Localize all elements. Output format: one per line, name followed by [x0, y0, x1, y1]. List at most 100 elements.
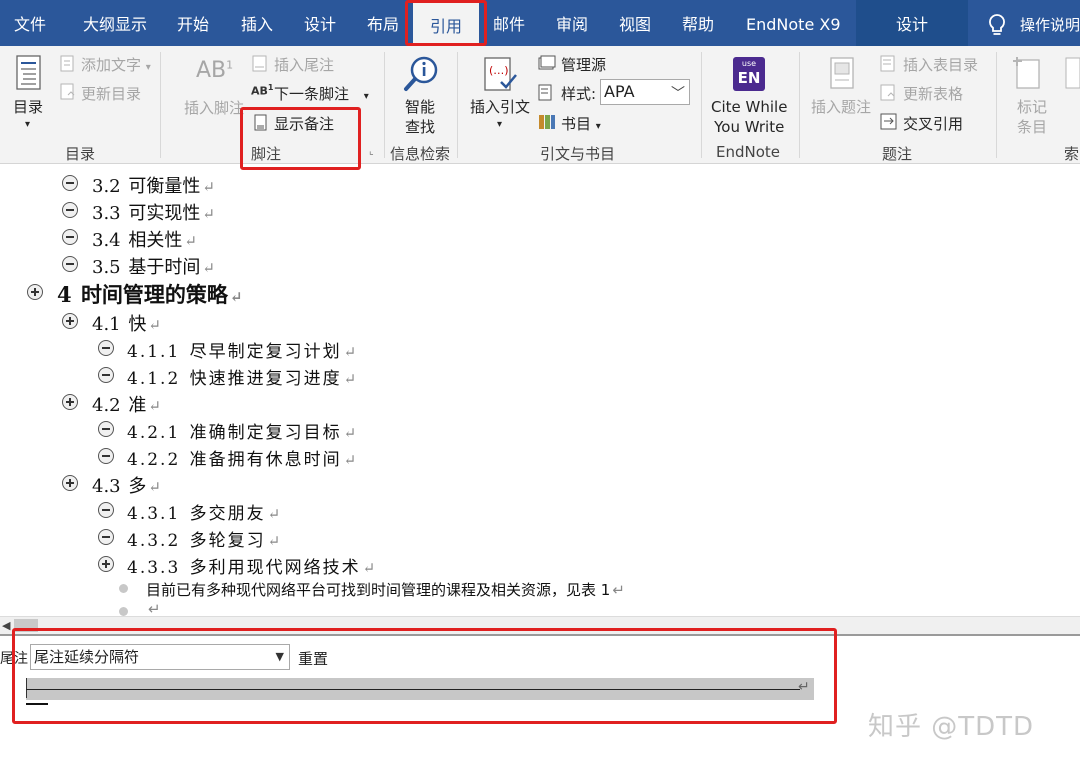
outline-text: 多交朋友 [189, 504, 266, 524]
outline-text: 多 [128, 476, 147, 497]
mark-entry-button[interactable]: 标记 条目 [1017, 97, 1047, 137]
outline-heading-4-1-2[interactable]: 4.1.2 快速推进复习进度 ↵ [127, 364, 358, 389]
paragraph-mark: ↵ [362, 559, 378, 577]
tab-table-design[interactable]: 设计 [856, 0, 968, 46]
tab-references[interactable]: 引用 [413, 0, 479, 46]
paragraph-mark: ↵ [148, 397, 161, 415]
citation-style-select[interactable]: APA ﹀ [600, 79, 690, 105]
collapse-icon[interactable] [98, 421, 114, 437]
insert-caption-button[interactable]: 插入题注 [811, 97, 871, 117]
paragraph-mark: ↵ [267, 505, 283, 523]
outline-num: 4.2 [92, 395, 121, 416]
outline-text: 准 [128, 395, 147, 416]
outline-body-text[interactable]: 目前已有多种现代网络平台可找到时间管理的课程及相关资源，见表 1 ↵ [146, 579, 625, 600]
add-text-label: 添加文字 [81, 56, 142, 74]
outline-heading-4[interactable]: 4 时间管理的策略 ↵ [57, 279, 243, 309]
outline-heading-3-5[interactable]: 3.5 基于时间 ↵ [92, 253, 215, 279]
smart-lookup-label-2: 查找 [405, 118, 436, 136]
collapse-icon[interactable] [98, 502, 114, 518]
short-separator-rule [26, 703, 48, 705]
expand-icon[interactable] [98, 556, 114, 572]
insert-endnote-button[interactable]: 插入尾注 [274, 54, 334, 75]
collapse-icon[interactable] [98, 340, 114, 356]
lightbulb-icon[interactable] [986, 13, 1008, 37]
collapse-icon[interactable] [62, 175, 78, 191]
footnote-dialog-launcher-icon[interactable]: ⌞ [369, 146, 374, 157]
tab-design[interactable]: 设计 [304, 0, 336, 46]
table-of-contents-icon [16, 55, 41, 90]
outline-heading-4-1[interactable]: 4.1 快 ↵ [92, 310, 161, 336]
tab-mailings[interactable]: 邮件 [493, 0, 525, 46]
note-pane-label: 尾注 [0, 651, 28, 667]
collapse-icon[interactable] [62, 256, 78, 272]
manage-sources-button[interactable]: 管理源 [561, 54, 606, 75]
insert-citation-button[interactable]: 插入引文 [470, 97, 530, 117]
collapse-icon[interactable] [62, 229, 78, 245]
continuation-separator-line[interactable]: ↵ [26, 678, 814, 700]
outline-heading-4-2-1[interactable]: 4.2.1 准确制定复习目标 ↵ [127, 418, 358, 443]
tab-layout[interactable]: 布局 [367, 0, 399, 46]
add-text-button[interactable]: 添加文字 ▾ [81, 54, 151, 75]
horizontal-scrollbar[interactable]: ◀ [0, 616, 1080, 634]
tell-me-search[interactable]: 操作说明 [1020, 0, 1080, 50]
tab-endnote[interactable]: EndNote X9 [746, 0, 841, 46]
tab-outline[interactable]: 大纲显示 [83, 0, 147, 46]
toc-dropdown-caret[interactable]: ▾ [25, 119, 30, 130]
mark-entry-icon [1013, 57, 1040, 89]
cite-while-you-write-button[interactable]: Cite While You Write [711, 97, 787, 137]
update-toc-button[interactable]: 更新目录 [81, 83, 141, 104]
tab-file[interactable]: 文件 [14, 0, 46, 46]
outline-text: 可实现性 [128, 203, 201, 224]
outline-heading-4-3-1[interactable]: 4.3.1 多交朋友 ↵ [127, 499, 282, 524]
smart-lookup-button[interactable]: 智能 查找 [405, 97, 435, 137]
insert-table-of-figures-button[interactable]: 插入表目录 [903, 54, 978, 75]
outline-heading-3-2[interactable]: 3.2 可衡量性 ↵ [92, 172, 215, 198]
body-bullet [119, 607, 128, 616]
outline-heading-4-3-2[interactable]: 4.3.2 多轮复习 ↵ [127, 526, 282, 551]
outline-heading-4-3-3[interactable]: 4.3.3 多利用现代网络技术 ↵ [127, 553, 377, 578]
insert-table-of-figures-icon [880, 55, 895, 72]
tab-view[interactable]: 视图 [619, 0, 651, 46]
scrollbar-thumb[interactable] [14, 619, 38, 632]
mark-entry-label-2: 条目 [1017, 118, 1048, 136]
outline-num: 4.2.1 [127, 423, 181, 443]
citation-style-icon [538, 84, 552, 101]
collapse-icon[interactable] [98, 529, 114, 545]
ribbon-divider [457, 52, 458, 158]
paragraph-mark: ↵ [343, 370, 359, 388]
outline-heading-3-3[interactable]: 3.3 可实现性 ↵ [92, 199, 215, 225]
tab-review[interactable]: 审阅 [556, 0, 588, 46]
expand-icon[interactable] [62, 394, 78, 410]
outline-text: 时间管理的策略 [80, 282, 228, 307]
outline-heading-4-1-1[interactable]: 4.1.1 尽早制定复习计划 ↵ [127, 337, 358, 362]
svg-text:(…): (…) [489, 64, 509, 77]
bibliography-button[interactable]: 书目 ▾ [561, 113, 601, 134]
expand-icon[interactable] [62, 313, 78, 329]
paragraph-mark: ↵ [148, 478, 161, 496]
show-notes-button[interactable]: 显示备注 [274, 113, 334, 134]
tab-help[interactable]: 帮助 [682, 0, 714, 46]
outline-heading-3-4[interactable]: 3.4 相关性 ↵ [92, 226, 197, 252]
toc-button[interactable]: 目录 [13, 97, 43, 117]
outline-num: 4.3.1 [127, 504, 181, 524]
document-outline-view[interactable]: 3.2 可衡量性 ↵ 3.3 可实现性 ↵ 3.4 相关性 ↵ 3.5 基于时间 ↵ 4… [0, 164, 1080, 618]
scroll-left-icon[interactable]: ◀ [2, 619, 10, 632]
cross-reference-button[interactable]: 交叉引用 [903, 113, 963, 134]
collapse-icon[interactable] [62, 202, 78, 218]
next-footnote-button[interactable]: 下一条脚注 ▾ [274, 83, 369, 104]
collapse-icon[interactable] [98, 367, 114, 383]
outline-text: 准备拥有休息时间 [189, 450, 342, 470]
update-table-button[interactable]: 更新表格 [903, 83, 963, 104]
note-type-select[interactable]: 尾注延续分隔符 ▼ [30, 644, 290, 670]
insert-footnote-button[interactable]: 插入脚注 [184, 97, 244, 118]
outline-heading-4-2[interactable]: 4.2 准 ↵ [92, 391, 161, 417]
outline-heading-4-2-2[interactable]: 4.2.2 准备拥有休息时间 ↵ [127, 445, 358, 470]
expand-icon[interactable] [62, 475, 78, 491]
insert-citation-caret[interactable]: ▾ [497, 119, 502, 130]
reset-button[interactable]: 重置 [298, 648, 328, 669]
collapse-icon[interactable] [98, 448, 114, 464]
expand-icon[interactable] [27, 284, 43, 300]
tab-insert[interactable]: 插入 [241, 0, 273, 46]
outline-heading-4-3[interactable]: 4.3 多 ↵ [92, 472, 161, 498]
tab-home[interactable]: 开始 [177, 0, 209, 46]
